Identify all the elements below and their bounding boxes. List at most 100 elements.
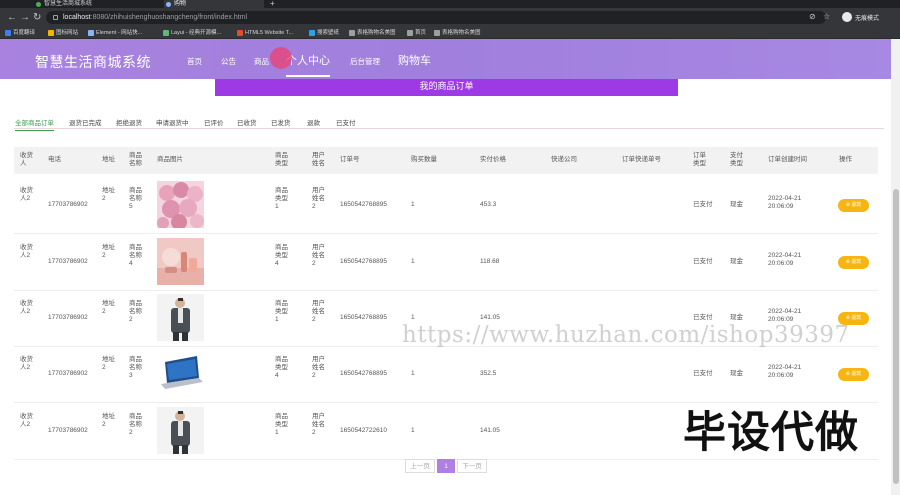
product-image[interactable]: [157, 407, 204, 454]
order-status-cell: 已支付: [693, 370, 713, 377]
bookmark-item[interactable]: HTML5 Website T...: [237, 29, 293, 37]
next-page-button[interactable]: 下一页: [457, 459, 487, 473]
price-cell: 453.3: [480, 201, 497, 208]
product-name-cell: 商品名称2: [129, 300, 142, 323]
order-status-cell: 已支付: [693, 258, 713, 265]
filter-tab-paid[interactable]: 已支付: [336, 117, 356, 127]
filter-tab-return-rejected[interactable]: 拒绝退货: [116, 117, 142, 127]
nav-products[interactable]: 商品: [254, 56, 269, 67]
bookmark-label: 搜索壁纸: [317, 30, 340, 36]
product-type-cell: 商品类型1: [275, 300, 288, 323]
product-name-cell: 商品名称5: [129, 187, 142, 210]
bookmark-item[interactable]: Element - 网站快...: [88, 29, 142, 37]
site-logo[interactable]: 智慧生活商城系统: [35, 52, 151, 72]
browser-tab[interactable]: 智慧生活商城系统: [34, 0, 164, 8]
bookmark-label: 图标网站: [56, 30, 79, 36]
user-name-cell: 用户姓名2: [312, 300, 325, 323]
mouse-cursor-highlight: [270, 47, 292, 69]
order-number-cell: 1650542722610: [340, 427, 387, 434]
product-type-cell: 商品类型4: [275, 244, 288, 267]
refund-button[interactable]: ⊕ 退款: [838, 368, 869, 381]
filter-tab-return-pending[interactable]: 申请退货中: [156, 117, 189, 127]
product-type-cell: 商品类型1: [275, 187, 288, 210]
product-name-cell: 商品名称3: [129, 356, 142, 379]
bookmark-star-icon[interactable]: ☆: [823, 13, 831, 21]
prev-page-button[interactable]: 上一页: [405, 459, 435, 473]
bookmark-label: HTML5 Website T...: [245, 30, 294, 36]
bookmark-item[interactable]: Layui - 经典开源模...: [163, 29, 221, 37]
product-image[interactable]: [157, 294, 204, 341]
bookmark-item[interactable]: 图标网站: [48, 29, 78, 37]
address-cell: 地址2: [102, 244, 115, 259]
bookmark-item[interactable]: 表格购物名美图: [434, 29, 481, 37]
bookmark-icon: [434, 30, 440, 36]
product-image[interactable]: [157, 181, 204, 228]
bookmark-label: 首页: [415, 30, 427, 36]
column-header: 订单快递单号: [622, 156, 661, 163]
phone-cell: 17703786902: [48, 258, 88, 265]
bookmark-icon: [163, 30, 169, 36]
refund-button[interactable]: ⊕ 退款: [838, 256, 869, 269]
bookmark-icon: [48, 30, 54, 36]
incognito-eye-icon[interactable]: ⊘: [809, 13, 817, 21]
column-header: 收货人: [20, 152, 33, 167]
column-header: 操作: [839, 156, 852, 163]
url-bar[interactable]: localhost:8080/zhihuishenghuoshangcheng/…: [46, 11, 826, 24]
product-name-cell: 商品名称4: [129, 244, 142, 267]
scrollbar-thumb[interactable]: [893, 189, 899, 484]
watermark-text: 毕设代做: [683, 409, 859, 457]
avatar[interactable]: [842, 12, 852, 22]
page-number-button[interactable]: 1: [437, 459, 455, 473]
nav-admin[interactable]: 后台管理: [350, 56, 380, 67]
created-time-cell: 2022-04-21 20:06:09: [768, 364, 802, 379]
address-cell: 地址2: [102, 356, 115, 371]
payment-type-cell: 现金: [730, 201, 743, 208]
column-header: 支付类型: [730, 152, 743, 167]
column-header: 商品类型: [275, 152, 288, 167]
column-header: 购买数量: [411, 156, 437, 163]
phone-cell: 17703786902: [48, 314, 88, 321]
nav-cart[interactable]: 购物车: [398, 52, 431, 68]
bookmark-item[interactable]: 百度翻译: [5, 29, 35, 37]
filter-tab-received[interactable]: 已收货: [237, 117, 257, 127]
url-path: :8080/zhihuishenghuoshangcheng/front/ind…: [90, 14, 248, 21]
price-cell: 118.68: [480, 258, 500, 265]
reload-icon[interactable]: ↻: [33, 12, 41, 23]
browser-tab-title: 购物: [174, 1, 187, 7]
bookmark-label: 表格购物名美图: [357, 30, 396, 36]
bookmark-item[interactable]: 首页: [407, 29, 426, 37]
nav-home[interactable]: 首页: [187, 56, 202, 67]
payment-type-cell: 现金: [730, 258, 743, 265]
product-image[interactable]: [157, 238, 204, 285]
watermark-url: https://www.huzhan.com/ishop39397: [402, 322, 850, 348]
order-number-cell: 1650542768895: [340, 314, 387, 321]
filter-tab-return-done[interactable]: 退货已完成: [69, 117, 102, 127]
bookmark-icon: [407, 30, 413, 36]
filter-tab-shipped[interactable]: 已发货: [271, 117, 291, 127]
browser-tab-active[interactable]: 购物: [164, 0, 264, 8]
filter-tab-all[interactable]: 全部商品订单: [15, 117, 54, 131]
order-number-cell: 1650542768895: [340, 258, 387, 265]
refund-button[interactable]: ⊕ 退款: [838, 199, 869, 212]
nav-notice[interactable]: 公告: [221, 56, 236, 67]
phone-cell: 17703786902: [48, 370, 88, 377]
price-cell: 352.5: [480, 370, 497, 377]
refund-button-label: 退款: [851, 259, 862, 265]
phone-cell: 17703786902: [48, 427, 88, 434]
new-tab-button[interactable]: +: [268, 0, 280, 8]
bookmark-item[interactable]: 表格购物名美图: [349, 29, 396, 37]
order-status-cell: 已支付: [693, 201, 713, 208]
nav-personal-center[interactable]: 个人中心: [286, 52, 330, 77]
quantity-cell: 1: [411, 427, 415, 434]
filter-tab-refund[interactable]: 退款: [307, 117, 320, 127]
bookmark-item[interactable]: 搜索壁纸: [309, 29, 339, 37]
bookmark-icon: [349, 30, 355, 36]
table-row: 收货人2 17703786902 地址2 商品名称3 商品类型4 用户姓名2 1650542…: [14, 346, 878, 403]
product-name-cell: 商品名称2: [129, 413, 142, 436]
back-icon[interactable]: ←: [7, 12, 17, 23]
forward-icon[interactable]: →: [20, 12, 30, 23]
product-image[interactable]: [157, 350, 204, 397]
filter-tab-reviewed[interactable]: 已评价: [204, 117, 224, 127]
order-filter-tabs: 全部商品订单 退货已完成 拒绝退货 申请退货中 已评价 已收货 已发货 退款 已…: [14, 115, 884, 131]
profile-label[interactable]: 无痕模式: [855, 13, 879, 22]
